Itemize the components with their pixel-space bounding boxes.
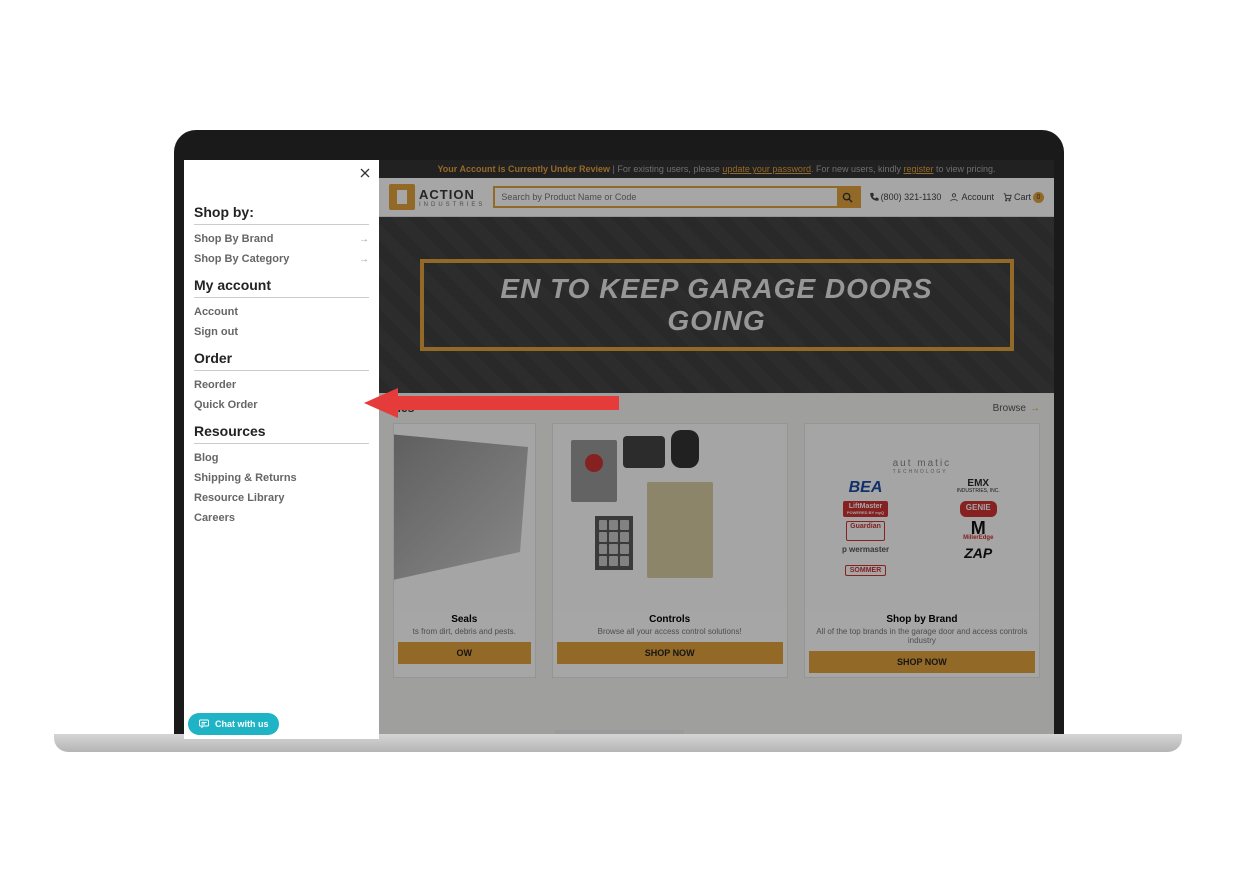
account-link[interactable]: Account [949, 192, 994, 202]
card-title: Seals [394, 610, 535, 627]
chevron-right-icon: → [359, 234, 369, 245]
logo-icon [389, 184, 415, 210]
sidebar-item-careers[interactable]: Careers [194, 508, 369, 528]
notice-review: Your Account is Currently Under Review [437, 164, 610, 174]
sidebar-section-resources: Resources [194, 423, 369, 439]
sidebar-item-signout[interactable]: Sign out [194, 322, 369, 342]
card-sub: Browse all your access control solutions… [553, 627, 787, 642]
sidebar-section-shop: Shop by: [194, 204, 369, 220]
browse-link[interactable]: Browse → [993, 403, 1040, 414]
category-cards: Seals ts from dirt, debris and pests. OW [379, 423, 1054, 678]
sidebar-item-label: Shop By Brand [194, 233, 273, 245]
brand-guardian: Guardian [846, 521, 885, 541]
search-button[interactable] [837, 188, 859, 206]
notice-tail: to view pricing. [934, 164, 996, 174]
chat-icon [198, 718, 210, 730]
brand-bea: BEA [849, 479, 883, 497]
chevron-right-icon: → [359, 254, 369, 265]
keyhole-icon [585, 454, 603, 472]
sidebar-item-shop-category[interactable]: Shop By Category → [194, 249, 369, 269]
notice-mid1: | For existing users, please [610, 164, 722, 174]
category-card-controls: Controls Browse all your access control … [552, 423, 788, 678]
sidebar-section-order: Order [194, 350, 369, 366]
category-card-brands: aut maticTECHNOLOGY BEA EMXINDUSTRIES, I… [804, 423, 1040, 678]
main-content: Your Account is Currently Under Review |… [379, 160, 1054, 739]
card-sub: ts from dirt, debris and pests. [394, 627, 535, 642]
shop-now-button[interactable]: SHOP NOW [557, 642, 783, 664]
logo-text: ACTION INDUSTRIES [419, 187, 485, 208]
remote-icon [623, 436, 665, 468]
cart-badge: 0 [1033, 192, 1044, 203]
sidebar-item-blog[interactable]: Blog [194, 448, 369, 468]
search-icon [842, 192, 853, 203]
user-icon [949, 192, 959, 202]
annotation-arrow-icon [364, 388, 619, 418]
logo[interactable]: ACTION INDUSTRIES [389, 184, 485, 210]
logo-text-top: ACTION [419, 187, 485, 202]
card-image-brands: aut maticTECHNOLOGY BEA EMXINDUSTRIES, I… [805, 424, 1039, 610]
notice-link-register[interactable]: register [903, 164, 933, 174]
sidebar-item-reorder[interactable]: Reorder [194, 375, 369, 395]
close-button[interactable] [359, 166, 371, 184]
account-text: Account [961, 192, 994, 202]
cart-link[interactable]: Cart 0 [1002, 192, 1044, 203]
brand-zap: ZAP [964, 545, 992, 561]
laptop-frame: Your Account is Currently Under Review |… [174, 130, 1064, 745]
keypad-icon [595, 516, 633, 570]
card-title: Shop by Brand [805, 610, 1039, 627]
sidebar-item-label: Shop By Category [194, 253, 289, 265]
phone-link[interactable]: (800) 321-1130 [869, 192, 942, 202]
hero-text: EN TO KEEP GARAGE DOORS GOING [448, 273, 986, 337]
notice-mid2: . For new users, kindly [811, 164, 904, 174]
sidebar-item-quickorder[interactable]: Quick Order [194, 395, 369, 415]
panel-icon [647, 482, 713, 578]
card-sub: All of the top brands in the garage door… [805, 627, 1039, 651]
sidebar-section-account: My account [194, 277, 369, 293]
chat-button[interactable]: Chat with us [188, 713, 279, 735]
sidebar-item-library[interactable]: Resource Library [194, 488, 369, 508]
card-image-controls [553, 424, 787, 610]
sidebar-panel: Shop by: Shop By Brand → Shop By Categor… [184, 160, 379, 739]
brand-liftmaster: LiftMasterPOWERED BY myQ [843, 501, 888, 517]
search-wrap [493, 186, 860, 208]
fob-icon [671, 430, 699, 468]
site-header: ACTION INDUSTRIES (800) 321-1130 [379, 178, 1054, 217]
sidebar-item-account[interactable]: Account [194, 302, 369, 322]
phone-icon [869, 192, 879, 202]
seal-product-icon [394, 432, 528, 582]
browse-text: Browse [993, 403, 1026, 414]
logo-text-sub: INDUSTRIES [419, 202, 485, 208]
sidebar-item-shop-brand[interactable]: Shop By Brand → [194, 229, 369, 249]
header-links: (800) 321-1130 Account Cart 0 [869, 192, 1044, 203]
cart-text: Cart [1014, 192, 1031, 202]
search-input[interactable] [495, 188, 836, 206]
hero-banner: EN TO KEEP GARAGE DOORS GOING [379, 217, 1054, 393]
hero-box: EN TO KEEP GARAGE DOORS GOING [420, 259, 1014, 351]
shop-now-button[interactable]: SHOP NOW [809, 651, 1035, 673]
brand-genie: GENIE [960, 501, 997, 517]
cart-icon [1002, 192, 1012, 202]
chat-label: Chat with us [215, 719, 269, 729]
close-icon [359, 167, 371, 179]
category-card-seals: Seals ts from dirt, debris and pests. OW [393, 423, 536, 678]
notice-bar: Your Account is Currently Under Review |… [379, 160, 1054, 178]
brand-emx: EMXINDUSTRIES, INC. [957, 479, 1000, 497]
phone-text: (800) 321-1130 [881, 192, 942, 202]
shop-now-button[interactable]: OW [398, 642, 531, 664]
brand-automatic: aut maticTECHNOLOGY [893, 458, 952, 475]
notice-link-updatepw[interactable]: update your password [722, 164, 811, 174]
card-image-seals [394, 424, 535, 610]
brand-milleredge: MMillerEdge [963, 521, 993, 541]
brand-powermaster: p wermaster [842, 545, 889, 561]
card-title: Controls [553, 610, 787, 627]
brand-sommer: SOMMER [845, 565, 887, 576]
sidebar-item-shipping[interactable]: Shipping & Returns [194, 468, 369, 488]
screen: Your Account is Currently Under Review |… [184, 160, 1054, 739]
arrow-right-icon: → [1030, 403, 1040, 414]
